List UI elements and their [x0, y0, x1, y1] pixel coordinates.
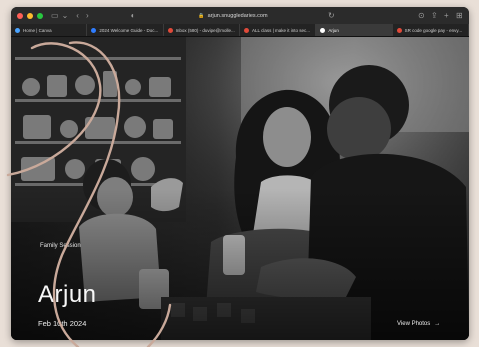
back-arrow-icon[interactable]: ‹: [76, 7, 79, 24]
lock-icon: 🔒: [198, 12, 205, 19]
tab-all-class[interactable]: ALL class | make it into sec...: [240, 24, 317, 36]
tab-welcome-guide[interactable]: 2024 Welcome Guide - Doc...: [87, 24, 164, 36]
tab-arjun[interactable]: Arjun: [316, 24, 393, 36]
tab-label: SR code google pay - envy...: [404, 27, 463, 33]
forward-arrow-icon[interactable]: ›: [86, 7, 89, 24]
session-date: Feb 10th 2024: [38, 319, 87, 328]
tab-inbox[interactable]: Inbox (580) - duvipe@molle...: [164, 24, 240, 36]
downloads-icon[interactable]: ⊙: [418, 7, 425, 24]
session-eyebrow: Family Session: [40, 243, 81, 249]
tab-label: Arjun: [328, 27, 339, 33]
view-photos-link[interactable]: View Photos →: [397, 321, 440, 327]
tab-label: Inbox (580) - duvipe@molle...: [175, 27, 235, 33]
tab-favicon-icon: [396, 27, 402, 33]
address-bar-url: arjun.snuggledaries.com: [207, 12, 268, 19]
tab-favicon-icon: [91, 27, 97, 33]
view-photos-label: View Photos: [397, 321, 431, 327]
new-tab-icon[interactable]: +: [444, 7, 449, 24]
tab-label: ALL class | make it into sec...: [251, 27, 311, 33]
tab-label: 2024 Welcome Guide - Doc...: [99, 27, 159, 33]
hero-photo: Family Session Arjun Feb 10th 2024 View …: [11, 37, 469, 340]
tab-label: Home | Canva: [23, 27, 52, 33]
reload-icon[interactable]: ↻: [328, 7, 335, 24]
close-window-button[interactable]: [17, 12, 23, 19]
tab-bar: Home | Canva 2024 Welcome Guide - Doc...…: [11, 24, 469, 37]
share-icon[interactable]: ⇪: [431, 7, 438, 24]
tab-favicon-icon: [15, 27, 20, 33]
sidebar-toggle-icon[interactable]: ▭: [51, 7, 59, 24]
tab-favicon-icon: [320, 27, 326, 33]
window-controls: [17, 12, 43, 19]
minimize-window-button[interactable]: [27, 12, 33, 19]
tab-home-canva[interactable]: Home | Canva: [11, 24, 88, 36]
tab-overview-icon[interactable]: ⊞: [456, 7, 463, 24]
tab-favicon-icon: [243, 27, 249, 33]
chevron-down-icon[interactable]: ⌄: [62, 7, 69, 24]
arrow-right-icon: →: [434, 321, 441, 327]
tab-favicon-icon: [167, 27, 173, 33]
page-title: Arjun: [38, 281, 97, 308]
privacy-shield-icon[interactable]: ◐: [131, 7, 136, 24]
tab-sr-code[interactable]: SR code google pay - envy...: [393, 24, 469, 36]
browser-window: ▭ ⌄ ‹ › ◐ 🔒 arjun.snuggledaries.com ↻ ⊙ …: [11, 7, 469, 340]
address-bar[interactable]: 🔒 arjun.snuggledaries.com: [153, 10, 313, 21]
browser-titlebar: ▭ ⌄ ‹ › ◐ 🔒 arjun.snuggledaries.com ↻ ⊙ …: [11, 7, 469, 24]
zoom-window-button[interactable]: [37, 12, 43, 19]
